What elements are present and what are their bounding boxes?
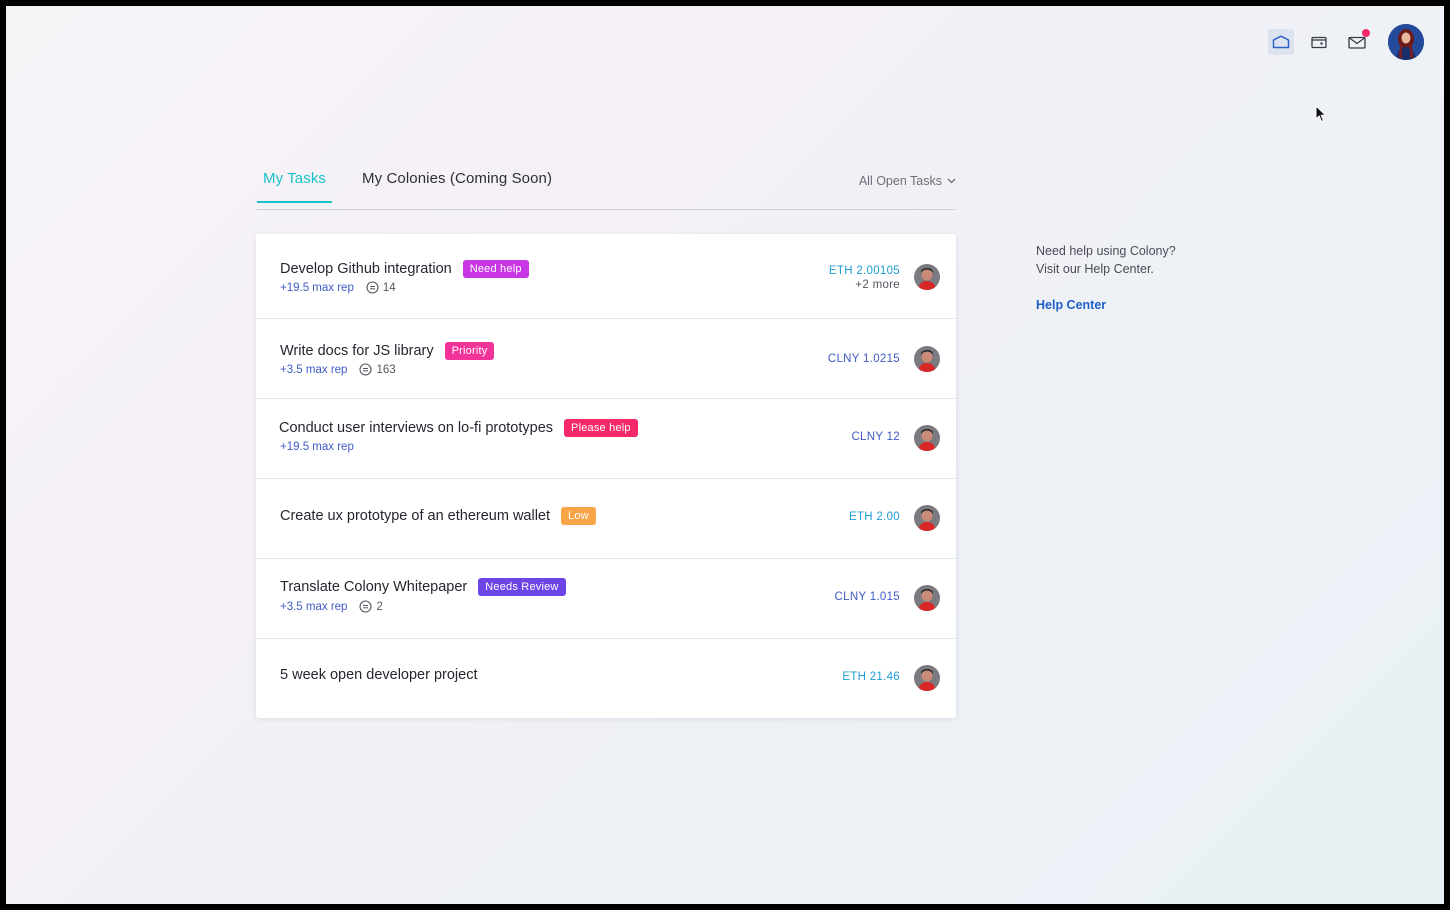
task-title-row: Conduct user interviews on lo-fi prototy… bbox=[279, 419, 638, 437]
task-payout: ETH 2.00 bbox=[849, 511, 900, 523]
nav-inbox-button[interactable] bbox=[1344, 29, 1370, 55]
task-title-row: 5 week open developer project bbox=[280, 667, 478, 683]
task-amount: CLNY 12 bbox=[851, 431, 900, 443]
assignee-portrait-icon bbox=[914, 425, 940, 451]
task-amount: ETH 2.00 bbox=[849, 511, 900, 523]
task-title-row: Write docs for JS library Priority bbox=[280, 342, 495, 360]
assignee-avatar bbox=[914, 665, 940, 691]
task-title: Write docs for JS library bbox=[280, 343, 434, 359]
assignee-portrait-icon bbox=[914, 264, 940, 290]
top-navigation bbox=[1268, 24, 1424, 60]
task-tag: Needs Review bbox=[478, 578, 566, 596]
task-amount: ETH 2.00105 bbox=[828, 265, 900, 277]
task-filter-dropdown[interactable]: All Open Tasks bbox=[859, 174, 956, 188]
nav-dashboard-button[interactable] bbox=[1268, 29, 1294, 55]
assignee-avatar bbox=[914, 505, 940, 531]
assignee-portrait-icon bbox=[914, 585, 940, 611]
chevron-down-icon bbox=[947, 178, 956, 184]
task-more-payouts: +2 more bbox=[855, 279, 900, 291]
task-tag: Please help bbox=[564, 419, 638, 437]
task-tag: Need help bbox=[462, 260, 529, 278]
assignee-avatar bbox=[914, 346, 940, 372]
task-comment-count: 14 bbox=[382, 281, 396, 294]
task-meta: +19.5 max rep bbox=[280, 441, 354, 453]
filter-label: All Open Tasks bbox=[858, 174, 942, 188]
help-text-line-1: Need help using Colony? bbox=[1036, 244, 1176, 258]
comment-icon bbox=[359, 363, 373, 376]
task-amount: CLNY 1.0215 bbox=[827, 353, 900, 365]
tab-my-colonies-label: My Colonies bbox=[362, 170, 446, 187]
task-row[interactable]: Write docs for JS library Priority +3.5 … bbox=[256, 319, 956, 399]
task-meta: +3.5 max rep 163 bbox=[280, 363, 396, 376]
assignee-portrait-icon bbox=[914, 346, 940, 372]
help-text-line-2: Visit our Help Center. bbox=[1036, 262, 1154, 276]
task-row[interactable]: 5 week open developer project ETH 21.46 bbox=[256, 639, 956, 718]
assignee-portrait-icon bbox=[914, 505, 940, 531]
task-payout: ETH 21.46 bbox=[842, 671, 900, 683]
help-panel: Need help using Colony? Visit our Help C… bbox=[1036, 242, 1176, 314]
mouse-cursor-icon bbox=[1315, 105, 1327, 123]
task-list: Develop Github integration Need help +19… bbox=[256, 234, 956, 718]
task-comment-count: 163 bbox=[376, 363, 396, 376]
wallet-icon bbox=[1311, 36, 1327, 49]
task-reputation: +19.5 max rep bbox=[280, 441, 354, 453]
task-title: 5 week open developer project bbox=[280, 667, 478, 683]
task-comments: 14 bbox=[366, 281, 396, 294]
task-row[interactable]: Translate Colony Whitepaper Needs Review… bbox=[256, 559, 956, 639]
home-icon bbox=[1272, 35, 1290, 49]
task-title: Conduct user interviews on lo-fi prototy… bbox=[279, 420, 554, 436]
task-payout: CLNY 12 bbox=[851, 431, 900, 443]
task-payout: ETH 2.00105 +2 more bbox=[829, 265, 900, 291]
task-title: Create ux prototype of an ethereum walle… bbox=[280, 508, 551, 524]
avatar-portrait-icon bbox=[1388, 24, 1424, 60]
nav-wallet-button[interactable] bbox=[1306, 29, 1332, 55]
task-payout: CLNY 1.015 bbox=[835, 591, 900, 603]
mail-icon bbox=[1348, 36, 1366, 49]
assignee-portrait-icon bbox=[914, 665, 940, 691]
task-title-row: Translate Colony Whitepaper Needs Review bbox=[280, 578, 566, 596]
tab-my-colonies[interactable]: My Colonies (Coming Soon) bbox=[356, 170, 558, 201]
task-comments: 2 bbox=[359, 600, 383, 613]
task-meta: +3.5 max rep 2 bbox=[280, 600, 383, 613]
task-row[interactable]: Develop Github integration Need help +19… bbox=[256, 234, 956, 319]
task-title: Translate Colony Whitepaper bbox=[280, 579, 468, 595]
task-tag: Priority bbox=[444, 342, 495, 360]
task-reputation: +3.5 max rep bbox=[280, 600, 348, 613]
app-window: My Tasks My Colonies (Coming Soon) All O… bbox=[6, 6, 1444, 904]
task-meta: +19.5 max rep 14 bbox=[280, 281, 396, 294]
task-row[interactable]: Create ux prototype of an ethereum walle… bbox=[256, 479, 956, 559]
comment-icon bbox=[359, 600, 373, 613]
task-title-row: Develop Github integration Need help bbox=[280, 260, 529, 278]
user-avatar[interactable] bbox=[1388, 24, 1424, 60]
task-title-row: Create ux prototype of an ethereum walle… bbox=[280, 507, 596, 525]
task-comments: 163 bbox=[359, 363, 396, 376]
task-tabs: My Tasks My Colonies (Coming Soon) All O… bbox=[256, 164, 956, 210]
task-row[interactable]: Conduct user interviews on lo-fi prototy… bbox=[256, 399, 956, 479]
notification-dot bbox=[1362, 29, 1370, 37]
comment-icon bbox=[366, 281, 379, 294]
task-amount: ETH 21.46 bbox=[842, 671, 900, 683]
assignee-avatar bbox=[914, 264, 940, 290]
task-comment-count: 2 bbox=[376, 600, 383, 613]
assignee-avatar bbox=[914, 425, 940, 451]
task-amount: CLNY 1.015 bbox=[834, 591, 900, 603]
task-reputation: +19.5 max rep bbox=[280, 281, 354, 294]
task-title: Develop Github integration bbox=[280, 261, 452, 277]
assignee-avatar bbox=[914, 585, 940, 611]
coming-soon-label: (Coming Soon) bbox=[449, 170, 553, 187]
tab-my-tasks[interactable]: My Tasks bbox=[257, 170, 333, 203]
task-tag: Low bbox=[561, 507, 596, 525]
task-payout: CLNY 1.0215 bbox=[828, 353, 900, 365]
task-reputation: +3.5 max rep bbox=[280, 363, 348, 376]
help-center-link[interactable]: Help Center bbox=[1036, 296, 1176, 314]
